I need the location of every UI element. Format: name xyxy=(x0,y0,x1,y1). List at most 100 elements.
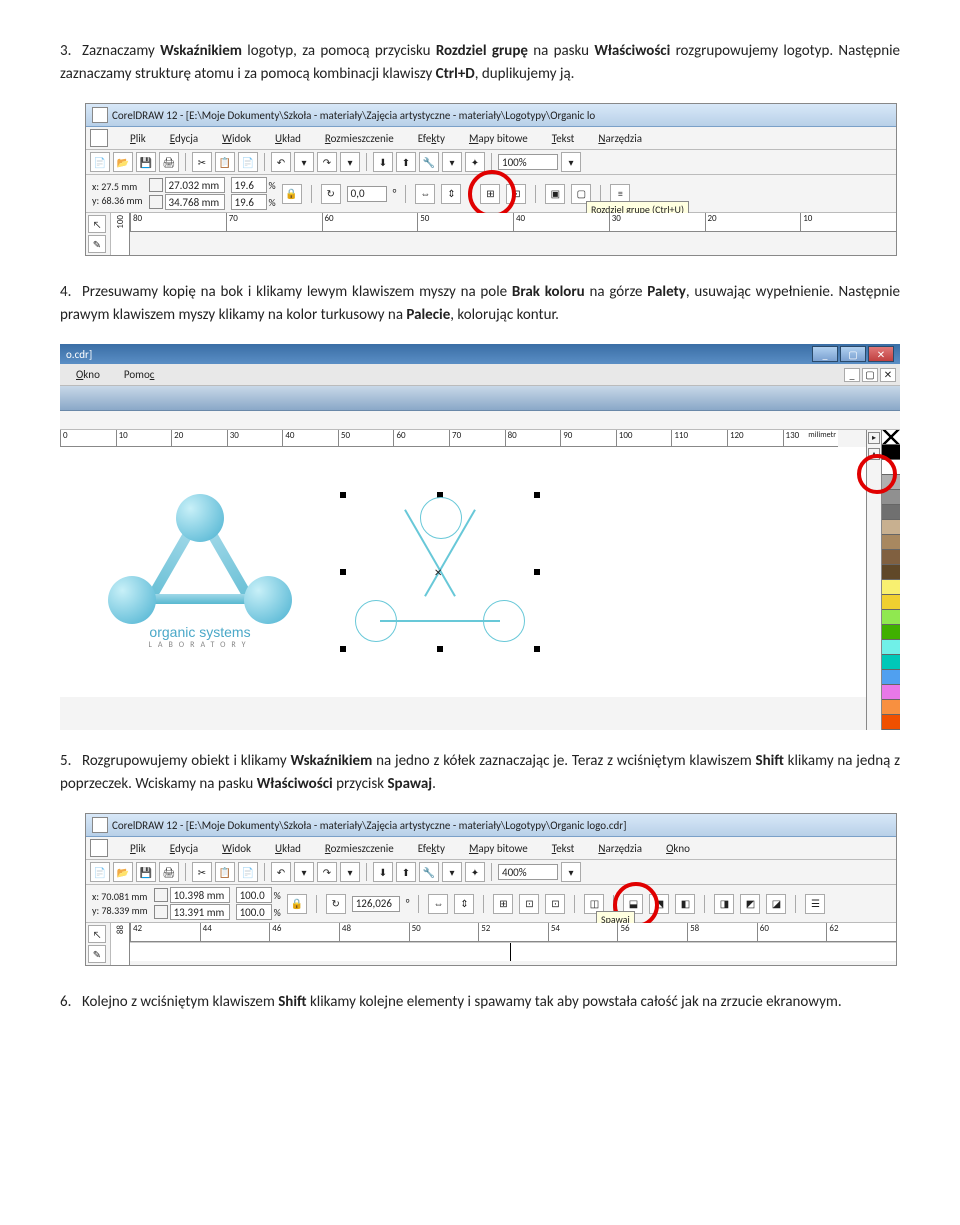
open-icon[interactable]: 📂 xyxy=(113,862,133,882)
menu-edycja[interactable]: Edycja xyxy=(158,840,210,857)
color-well[interactable] xyxy=(882,535,900,550)
zoom-field[interactable]: 100% xyxy=(498,154,558,170)
save-icon[interactable]: 💾 xyxy=(136,862,156,882)
color-well[interactable] xyxy=(882,505,900,520)
menu-plik[interactable]: Plik xyxy=(118,840,158,857)
zoom-dd-icon[interactable]: ▾ xyxy=(561,152,581,172)
launch-dd-icon[interactable]: ▾ xyxy=(442,862,462,882)
color-well[interactable] xyxy=(882,640,900,655)
app-launcher-icon[interactable]: ✦ xyxy=(465,152,485,172)
scaley-field[interactable]: 100.0 xyxy=(236,904,272,920)
menu-efekty[interactable]: Efekty xyxy=(406,840,457,857)
menu-mapy[interactable]: Mapy bitowe xyxy=(457,130,540,147)
rotation-field[interactable]: 0,0 xyxy=(347,186,387,202)
launch-icon[interactable]: 🔧 xyxy=(419,152,439,172)
undo-dd-icon[interactable]: ▾ xyxy=(294,152,314,172)
menu-rozmieszczenie[interactable]: Rozmieszczenie xyxy=(313,130,406,147)
mdi-min-icon[interactable]: _ xyxy=(844,368,860,382)
simplify-icon[interactable]: ◨ xyxy=(714,894,734,914)
intersect-icon[interactable]: ◧ xyxy=(675,894,695,914)
menu-pomoc[interactable]: Pomoc xyxy=(112,366,167,383)
menu-mapy[interactable]: Mapy bitowe xyxy=(457,840,540,857)
trim-icon[interactable]: ⬔ xyxy=(649,894,669,914)
new-icon[interactable]: 📄 xyxy=(90,862,110,882)
color-well[interactable] xyxy=(882,520,900,535)
menu-plik[interactable]: Plik xyxy=(118,130,158,147)
app-launcher-icon[interactable]: ✦ xyxy=(465,862,485,882)
tofront-icon[interactable]: ▣ xyxy=(545,184,565,204)
ungroup-all-icon[interactable]: ⊡ xyxy=(506,184,526,204)
color-well[interactable] xyxy=(882,670,900,685)
ungroup-icon[interactable]: ⊞ xyxy=(480,184,500,204)
pick-tool-icon[interactable]: ↖ xyxy=(88,215,106,233)
launch-dd-icon[interactable]: ▾ xyxy=(442,152,462,172)
menu-narzedzia[interactable]: Narzędzia xyxy=(586,130,654,147)
width-field[interactable]: 10.398 mm xyxy=(170,887,230,903)
cut-icon[interactable]: ✂ xyxy=(192,862,212,882)
menu-okno[interactable]: Okno xyxy=(64,366,112,383)
color-well[interactable] xyxy=(882,490,900,505)
group-icon[interactable]: ⊞ xyxy=(493,894,513,914)
copy-icon[interactable]: 📋 xyxy=(215,152,235,172)
redo-dd-icon[interactable]: ▾ xyxy=(340,862,360,882)
redo-icon[interactable]: ↷ xyxy=(317,152,337,172)
color-well[interactable] xyxy=(882,550,900,565)
menu-edycja[interactable]: Edycja xyxy=(158,130,210,147)
export-icon[interactable]: ⬆ xyxy=(396,862,416,882)
color-well[interactable] xyxy=(882,595,900,610)
color-well[interactable] xyxy=(882,610,900,625)
menu-rozmieszczenie[interactable]: Rozmieszczenie xyxy=(313,840,406,857)
lock-icon[interactable]: 🔒 xyxy=(287,894,307,914)
shape-tool-icon[interactable]: ✎ xyxy=(88,235,106,253)
color-well[interactable] xyxy=(882,700,900,715)
mdi-max-icon[interactable]: ▢ xyxy=(862,368,878,382)
menu-narzedzia[interactable]: Narzędzia xyxy=(586,840,654,857)
mdi-close-icon[interactable]: ✕ xyxy=(880,368,896,382)
mdi-icon[interactable] xyxy=(90,839,108,857)
mirror-h-icon[interactable]: ⇔ xyxy=(415,184,435,204)
menu-widok[interactable]: Widok xyxy=(210,130,263,147)
cut-icon[interactable]: ✂ xyxy=(192,152,212,172)
back-minus-icon[interactable]: ◪ xyxy=(766,894,786,914)
paste-icon[interactable]: 📄 xyxy=(238,862,258,882)
color-well[interactable] xyxy=(882,685,900,700)
print-icon[interactable]: 🖨 xyxy=(159,862,179,882)
color-well[interactable] xyxy=(882,565,900,580)
scalex-field[interactable]: 19.6 xyxy=(231,177,267,193)
mirror-v-icon[interactable]: ⇕ xyxy=(454,894,474,914)
open-icon[interactable]: 📂 xyxy=(113,152,133,172)
rotation-field[interactable]: 126,026 xyxy=(352,896,400,912)
align-icon[interactable]: ☰ xyxy=(805,894,825,914)
mirror-h-icon[interactable]: ⇔ xyxy=(428,894,448,914)
menu-tekst[interactable]: Tekst xyxy=(540,840,587,857)
paste-icon[interactable]: 📄 xyxy=(238,152,258,172)
import-icon[interactable]: ⬇ xyxy=(373,152,393,172)
import-icon[interactable]: ⬇ xyxy=(373,862,393,882)
menu-uklad[interactable]: Układ xyxy=(263,840,313,857)
zoom-field[interactable]: 400% xyxy=(498,864,558,880)
minimize-button[interactable]: _ xyxy=(812,346,838,362)
save-icon[interactable]: 💾 xyxy=(136,152,156,172)
width-field[interactable]: 27.032 mm xyxy=(165,177,225,193)
maximize-button[interactable]: ▢ xyxy=(840,346,866,362)
redo-dd-icon[interactable]: ▾ xyxy=(340,152,360,172)
color-well[interactable] xyxy=(882,580,900,595)
menu-okno[interactable]: Okno xyxy=(654,840,702,857)
undo-dd-icon[interactable]: ▾ xyxy=(294,862,314,882)
new-icon[interactable]: 📄 xyxy=(90,152,110,172)
no-color-well[interactable] xyxy=(882,430,900,445)
scalex-field[interactable]: 100.0 xyxy=(236,887,272,903)
print-icon[interactable]: 🖨 xyxy=(159,152,179,172)
menu-tekst[interactable]: Tekst xyxy=(540,130,587,147)
height-field[interactable]: 34.768 mm xyxy=(165,194,225,210)
menu-efekty[interactable]: Efekty xyxy=(406,130,457,147)
height-field[interactable]: 13.391 mm xyxy=(170,904,230,920)
zoom-dd-icon[interactable]: ▾ xyxy=(561,862,581,882)
undo-icon[interactable]: ↶ xyxy=(271,152,291,172)
scaley-field[interactable]: 19.6 xyxy=(231,194,267,210)
menu-uklad[interactable]: Układ xyxy=(263,130,313,147)
logo-outline-selected[interactable]: ✕ xyxy=(340,492,540,652)
export-icon[interactable]: ⬆ xyxy=(396,152,416,172)
mirror-v-icon[interactable]: ⇕ xyxy=(441,184,461,204)
launch-icon[interactable]: 🔧 xyxy=(419,862,439,882)
